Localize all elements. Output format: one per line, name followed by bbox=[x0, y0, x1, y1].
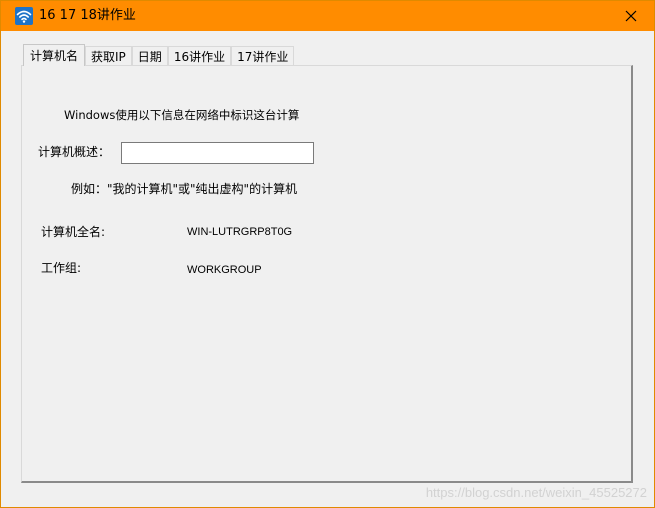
tab-label: 获取IP bbox=[91, 50, 126, 64]
close-button[interactable] bbox=[608, 1, 654, 31]
wifi-icon bbox=[15, 7, 33, 25]
full-name-value: WIN-LUTRGRP8T0G bbox=[187, 226, 293, 238]
watermark-text: https://blog.csdn.net/weixin_45525272 bbox=[425, 485, 647, 500]
app-window: 16 17 18讲作业 计算机名 获取IP 日期 16讲作业 17讲作业 Win… bbox=[0, 0, 655, 508]
client-area: 计算机名 获取IP 日期 16讲作业 17讲作业 Windows使用以下信息在网… bbox=[1, 31, 654, 507]
computer-name-panel: Windows使用以下信息在网络中标识这台计算 计算机概述： 例如："我的计算机… bbox=[21, 65, 633, 483]
full-name-label: 计算机全名: bbox=[41, 225, 106, 239]
tab-lecture-17[interactable]: 17讲作业 bbox=[231, 46, 295, 66]
tab-label: 17讲作业 bbox=[237, 50, 289, 64]
tab-date[interactable]: 日期 bbox=[131, 46, 168, 66]
workgroup-label: 工作组: bbox=[41, 261, 82, 275]
tab-lecture-16[interactable]: 16讲作业 bbox=[167, 46, 232, 66]
computer-description-input[interactable] bbox=[121, 142, 314, 164]
tab-label: 16讲作业 bbox=[173, 50, 226, 64]
tab-label: 日期 bbox=[137, 50, 162, 64]
tab-strip: 计算机名 获取IP 日期 16讲作业 17讲作业 bbox=[23, 44, 295, 66]
tab-get-ip[interactable]: 获取IP bbox=[85, 46, 132, 66]
tab-label: 计算机名 bbox=[30, 49, 79, 63]
intro-text: Windows使用以下信息在网络中标识这台计算 bbox=[64, 108, 300, 122]
title-bar[interactable]: 16 17 18讲作业 bbox=[1, 1, 654, 31]
close-icon bbox=[625, 10, 637, 22]
description-label: 计算机概述： bbox=[38, 145, 111, 159]
tab-computer-name[interactable]: 计算机名 bbox=[23, 44, 86, 66]
window-title: 16 17 18讲作业 bbox=[39, 8, 136, 23]
example-text: 例如："我的计算机"或"纯出虚构"的计算机 bbox=[71, 182, 298, 196]
workgroup-value: WORKGROUP bbox=[187, 264, 262, 276]
